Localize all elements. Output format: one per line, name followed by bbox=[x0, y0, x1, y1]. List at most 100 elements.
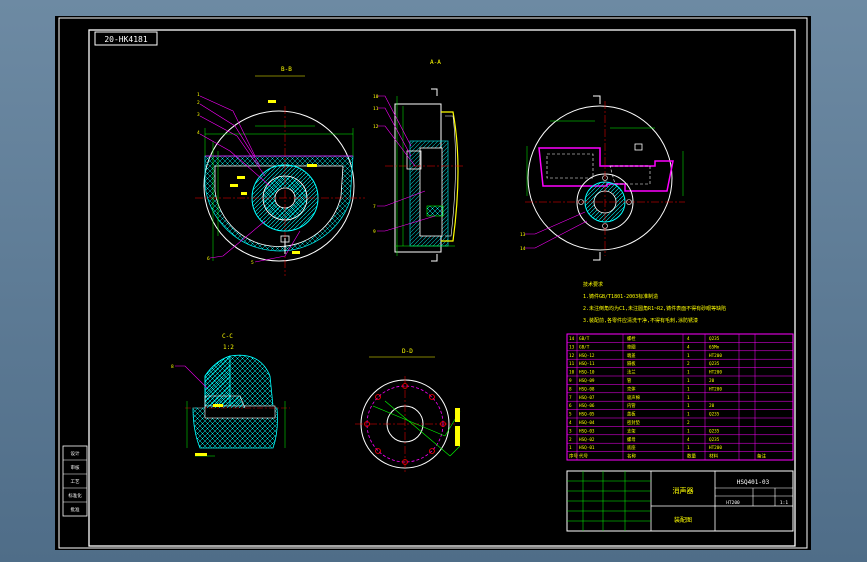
bom-cell: 4 bbox=[687, 336, 690, 342]
note-line-3: 3.装配前,各零件应清洗干净,不得有毛刺,涂防锈漆 bbox=[583, 317, 698, 324]
bom-cell: GB/T bbox=[579, 336, 590, 342]
bom-header: 序号 bbox=[569, 453, 578, 460]
svg-text:10: 10 bbox=[373, 94, 379, 100]
bom-cell: Q235 bbox=[709, 336, 720, 342]
side-block-cell: 批准 bbox=[71, 506, 80, 513]
bom-cell: 8 bbox=[569, 386, 572, 392]
note-line-2: 2.未注倒角均为C1,未注圆角R1~R2,铸件表面不得有砂眼等缺陷 bbox=[583, 305, 726, 312]
bom-cell: 垫圈 bbox=[627, 343, 636, 350]
bom-cell: 2 bbox=[569, 437, 572, 443]
side-block-cell: 审核 bbox=[71, 464, 80, 471]
bom-cell: 6 bbox=[569, 403, 572, 409]
bom-cell: 1 bbox=[687, 353, 690, 359]
svg-text:13: 13 bbox=[520, 232, 526, 238]
bom-row: 8 HSQ-08 壳体 1 HT200 bbox=[569, 385, 722, 392]
bom-cell: HSQ-01 bbox=[579, 445, 595, 451]
bom-cell: HSQ-03 bbox=[579, 428, 595, 434]
bom-cell: 管 bbox=[627, 377, 632, 384]
bom-cell: 12 bbox=[569, 353, 575, 359]
bom-header: 数量 bbox=[687, 453, 696, 460]
bom-cell: HSQ-06 bbox=[579, 403, 595, 409]
bom-cell: 7 bbox=[569, 395, 572, 401]
section-view-aa: A-A 10 11 12 7 9 bbox=[373, 59, 465, 262]
note-line-1: 1.铸件GB/T1801-2003标准制造 bbox=[583, 293, 658, 300]
bom-cell: Q235 bbox=[709, 412, 720, 418]
bom-cell: Q235 bbox=[709, 361, 720, 367]
drawing-code: 20-HK4181 bbox=[104, 35, 148, 44]
bom-row: 13 GB/T 垫圈 4 65Mn bbox=[569, 343, 720, 350]
bom-cell: 支架 bbox=[627, 427, 636, 434]
bom-cell: HSQ-07 bbox=[579, 395, 595, 401]
bom-cell: 端盖 bbox=[627, 352, 636, 359]
outer-frame bbox=[58, 17, 808, 549]
drawing-number: HSQ401-03 bbox=[737, 479, 770, 486]
svg-text:6: 6 bbox=[207, 256, 210, 262]
assembly-label: 装配图 bbox=[674, 516, 692, 524]
detail-scale: 1:2 bbox=[223, 344, 234, 351]
svg-text:4: 4 bbox=[197, 130, 200, 136]
bom-row: 11 HSQ-11 隔板 2 Q235 bbox=[569, 360, 720, 367]
svg-text:12: 12 bbox=[373, 124, 379, 130]
bom-cell: 1 bbox=[687, 370, 690, 376]
svg-text:14: 14 bbox=[520, 246, 526, 252]
bom-cell: GB/T bbox=[579, 344, 590, 350]
detail-view-dd: D-D bbox=[355, 348, 461, 472]
bom-cell: 1 bbox=[687, 428, 690, 434]
bom-table: 14 GB/T 螺栓 4 Q23513 GB/T 垫圈 4 65Mn12 HSQ-12 端盖 1 HT2… bbox=[566, 333, 794, 461]
svg-text:3: 3 bbox=[197, 112, 200, 118]
bom-row: 12 HSQ-12 端盖 1 HT200 bbox=[569, 352, 722, 359]
front-view: 13 14 bbox=[520, 95, 685, 261]
title-block: 消声器 HSQ401-03 HT200 1:1 装配图 bbox=[566, 470, 794, 532]
notes-title: 技术要求 bbox=[583, 281, 603, 288]
bom-cell: 4 bbox=[687, 344, 690, 350]
drawing-sheet: 20-HK4181 B-B 1 2 3 4 6 5 A-A 10 11 12 7… bbox=[55, 16, 811, 550]
bom-cell: HT200 bbox=[709, 445, 722, 451]
bom-cell: 65Mn bbox=[709, 344, 720, 350]
bom-row: 6 HSQ-06 内管 1 20 bbox=[569, 402, 715, 409]
bom-cell: 吸声棉 bbox=[627, 394, 640, 401]
bom-cell: 1 bbox=[687, 386, 690, 392]
revision-side-block: 设计审核工艺标准化批准 bbox=[62, 445, 88, 517]
bom-header: 备注 bbox=[757, 453, 766, 460]
bom-row: 7 HSQ-07 吸声棉 1 bbox=[569, 394, 690, 401]
view-label-dd: D-D bbox=[402, 348, 413, 355]
bom-cell: Q235 bbox=[709, 428, 720, 434]
bom-cell: 4 bbox=[687, 437, 690, 443]
bom-cell: 2 bbox=[687, 361, 690, 367]
bom-cell: HSQ-09 bbox=[579, 378, 595, 384]
bom-cell: 11 bbox=[569, 361, 575, 367]
svg-text:7: 7 bbox=[373, 204, 376, 210]
bom-cell: 密封垫 bbox=[627, 419, 641, 426]
bom-cell: 1 bbox=[687, 445, 690, 451]
bom-cell: HSQ-08 bbox=[579, 386, 595, 392]
bom-cell: 1 bbox=[687, 412, 690, 418]
view-label-bb: B-B bbox=[281, 66, 292, 73]
bom-row: 10 HSQ-10 法兰 1 HT200 bbox=[569, 369, 722, 376]
bom-cell: Q235 bbox=[709, 437, 720, 443]
view-label-aa: A-A bbox=[430, 59, 441, 66]
bom-cell: 1 bbox=[569, 445, 572, 451]
bom-row: 4 HSQ-04 密封垫 2 bbox=[569, 419, 690, 426]
part-name: 消声器 bbox=[673, 486, 694, 495]
bom-cell: HSQ-04 bbox=[579, 420, 595, 426]
bom-cell: 9 bbox=[569, 378, 572, 384]
detail-view-cc: C-C 1:2 8 bbox=[171, 333, 290, 457]
bom-cell: 1 bbox=[687, 395, 690, 401]
bom-cell: 法兰 bbox=[627, 369, 636, 376]
svg-text:9: 9 bbox=[373, 229, 376, 235]
bom-cell: 螺母 bbox=[627, 436, 636, 443]
bom-cell: 20 bbox=[709, 403, 715, 409]
bom-cell: HT200 bbox=[709, 353, 722, 359]
svg-text:11: 11 bbox=[373, 106, 379, 112]
bom-cell: HSQ-10 bbox=[579, 370, 595, 376]
bom-cell: HSQ-12 bbox=[579, 353, 595, 359]
bom-row: 2 HSQ-02 螺母 4 Q235 bbox=[569, 436, 720, 443]
svg-text:8: 8 bbox=[171, 364, 174, 370]
bom-cell: 4 bbox=[569, 420, 572, 426]
bom-cell: 13 bbox=[569, 344, 575, 350]
bom-row: 1 HSQ-01 底座 1 HT200 bbox=[569, 444, 722, 451]
bom-cell: 1 bbox=[687, 378, 690, 384]
bom-cell: 1 bbox=[687, 403, 690, 409]
drawing-code-box: 20-HK4181 bbox=[94, 31, 158, 46]
cad-drawing: 20-HK4181 B-B 1234 65 A-A 101112 79 1314… bbox=[58, 17, 808, 549]
